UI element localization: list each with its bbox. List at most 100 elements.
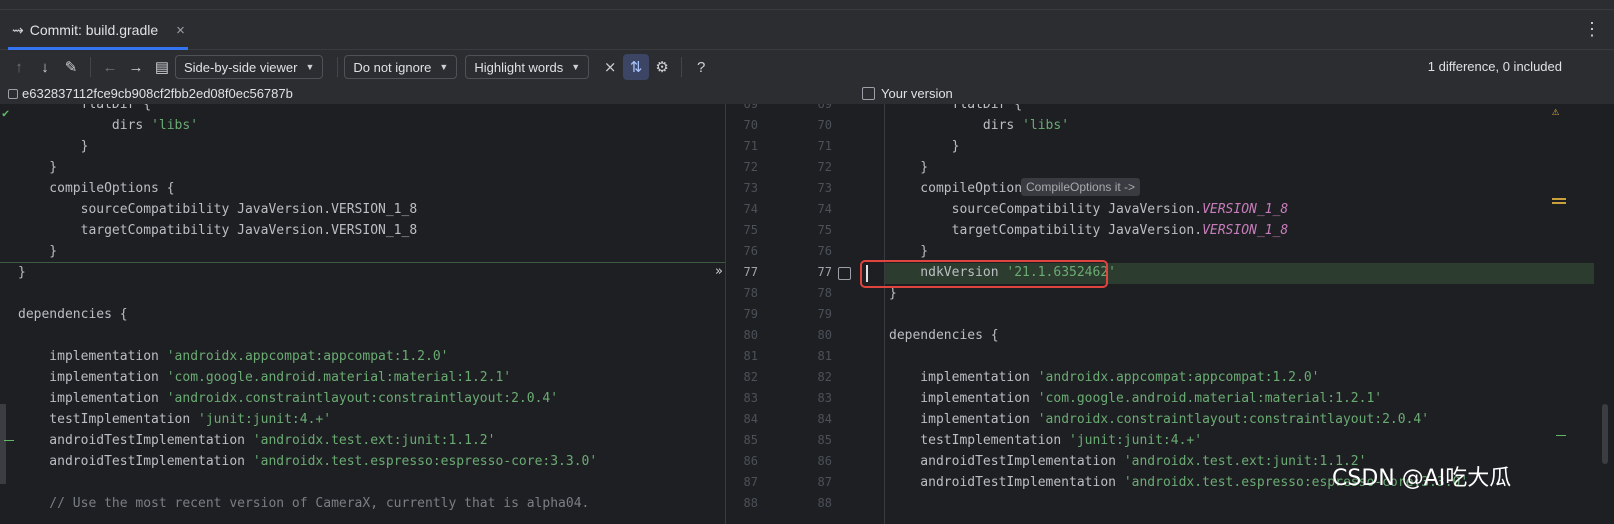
left-line-number: 77 — [743, 265, 758, 279]
right-line-number: 72 — [817, 160, 832, 174]
code-text: } — [18, 139, 89, 154]
code-string: 'androidx.appcompat:appcompat:1.2.0' — [166, 349, 449, 364]
left-line-number: 83 — [743, 391, 758, 405]
viewer-mode-dropdown[interactable]: Side-by-side viewer ▼ — [175, 55, 324, 79]
right-scrollbar[interactable] — [1594, 104, 1614, 524]
left-line-number: 79 — [743, 307, 758, 321]
right-code-line: } — [889, 157, 928, 178]
code-text: implementation — [889, 391, 1038, 406]
commit-hash: e632837112fce9cb908cf2fbb2ed08f0ec56787b — [22, 86, 293, 101]
line-number-gutter: » 69 70 71 72 73 74 75 76 77 78 79 80 81 82 83 84 85 86 87… — [715, 104, 885, 524]
code-text: sourceCompatibility JavaVersion. — [889, 202, 1203, 217]
include-all-checkbox[interactable] — [862, 87, 875, 100]
code-string: 'junit:junit:4.+' — [1069, 433, 1203, 448]
code-string: 'androidx.test.espresso:espresso-core:3.… — [252, 454, 598, 469]
right-code-line: dependencies { — [889, 325, 999, 346]
include-change-checkbox[interactable] — [838, 267, 851, 280]
left-line-number: 84 — [743, 412, 758, 426]
right-line-number: 76 — [817, 244, 832, 258]
change-stripe — [1552, 198, 1566, 200]
code-text: dependencies { — [18, 307, 128, 322]
tab-commit-build-gradle[interactable]: ⇝ Commit: build.gradle × — [0, 10, 196, 50]
viewer-mode-label: Side-by-side viewer — [184, 59, 298, 75]
previous-difference-icon[interactable]: ↑ — [6, 54, 32, 80]
code-text: implementation — [889, 412, 1038, 427]
code-string: 'libs' — [1022, 118, 1070, 133]
code-text: } — [18, 244, 58, 259]
sync-scroll-icon[interactable]: ⇅ — [623, 54, 650, 80]
left-code-line: dependencies { — [18, 304, 128, 325]
code-text: implementation — [18, 349, 167, 364]
highlight-mode-dropdown[interactable]: Highlight words ▼ — [465, 55, 590, 79]
left-pane[interactable]: ✔ flatDir { dirs 'libs' } } compileOptio… — [0, 104, 725, 524]
left-code-line: } — [18, 157, 57, 178]
top-strip — [0, 0, 1614, 10]
right-code-line: dirs 'libs' — [889, 115, 1069, 136]
left-scroll-thumb[interactable] — [0, 404, 6, 484]
right-line-number: 83 — [817, 391, 832, 405]
right-code-line: targetCompatibility JavaVersion.VERSION_… — [889, 220, 1289, 241]
right-line-number: 74 — [817, 202, 832, 216]
left-line-number: 76 — [743, 244, 758, 258]
right-line-number: 77 — [817, 265, 832, 279]
code-text: androidTestImplementation — [889, 475, 1124, 490]
right-change-marker — [1556, 435, 1566, 436]
left-line-number: 85 — [743, 433, 758, 447]
whitespace-ignore-dropdown[interactable]: Do not ignore ▼ — [344, 55, 458, 79]
right-line-number: 79 — [817, 307, 832, 321]
left-code-line: } — [18, 262, 26, 283]
right-code-line: } — [889, 241, 928, 262]
warning-icon[interactable]: ⚠ — [1552, 104, 1559, 118]
left-line-number: 87 — [743, 475, 758, 489]
code-text: testImplementation — [889, 433, 1070, 448]
scroll-thumb[interactable] — [1602, 404, 1608, 464]
code-string: 'androidx.test.ext:junit:1.1.2' — [252, 433, 496, 448]
right-code-line: implementation 'androidx.constraintlayou… — [889, 409, 1429, 430]
code-text: androidTestImplementation — [18, 433, 253, 448]
code-text: sourceCompatibility JavaVersion.VERSION_… — [18, 202, 418, 217]
code-text: androidTestImplementation — [18, 454, 253, 469]
code-text: targetCompatibility JavaVersion. — [889, 223, 1203, 238]
collapse-unchanged-icon[interactable]: ⨯ — [597, 54, 623, 80]
right-line-number: 85 — [817, 433, 832, 447]
toolbar-separator — [681, 57, 683, 77]
left-change-marker — [4, 440, 14, 441]
right-line-number: 69 — [817, 104, 832, 111]
left-line-number: 78 — [743, 286, 758, 300]
right-code-line: sourceCompatibility JavaVersion.VERSION_… — [889, 199, 1289, 220]
right-line-number: 87 — [817, 475, 832, 489]
gear-icon[interactable]: ⚙ — [649, 54, 675, 80]
left-code-line: testImplementation 'junit:junit:4.+' — [18, 409, 331, 430]
right-code-line: implementation 'com.google.android.mater… — [889, 388, 1382, 409]
your-version-header[interactable]: Your version — [862, 86, 953, 101]
left-code-line: // Use the most recent version of Camera… — [18, 493, 589, 514]
document-icon[interactable]: ▤ — [149, 54, 175, 80]
left-code-line: androidTestImplementation 'androidx.test… — [18, 430, 495, 451]
left-line-number: 86 — [743, 454, 758, 468]
code-string: 'com.google.android.material:material:1.… — [166, 370, 512, 385]
code-text: flatDir { — [18, 104, 152, 112]
left-line-number: 80 — [743, 328, 758, 342]
edit-source-icon[interactable]: ✎ — [58, 54, 84, 80]
code-string: 'com.google.android.material:material:1.… — [1037, 391, 1383, 406]
help-icon[interactable]: ? — [688, 54, 714, 80]
code-string: 'libs' — [151, 118, 199, 133]
difference-status: 1 difference, 0 included — [1427, 59, 1562, 74]
back-icon[interactable]: ← — [97, 54, 123, 80]
next-difference-icon[interactable]: ↓ — [32, 54, 58, 80]
ignore-label: Do not ignore — [353, 59, 432, 75]
left-code-line: dirs 'libs' — [18, 115, 198, 136]
left-code-line: } — [18, 136, 89, 157]
code-text: targetCompatibility JavaVersion.VERSION_… — [18, 223, 418, 238]
left-code-line: targetCompatibility JavaVersion.VERSION_… — [18, 220, 418, 241]
chevron-down-icon: ▼ — [571, 62, 581, 72]
close-icon[interactable]: × — [176, 22, 185, 39]
forward-icon[interactable]: → — [123, 54, 149, 80]
highlight-label: Highlight words — [474, 59, 564, 75]
left-line-number: 72 — [743, 160, 758, 174]
left-line-number: 73 — [743, 181, 758, 195]
code-text: dirs — [889, 118, 1023, 133]
left-line-number: 70 — [743, 118, 758, 132]
more-options-icon[interactable]: ⋮ — [1582, 18, 1602, 42]
right-line-number: 81 — [817, 349, 832, 363]
